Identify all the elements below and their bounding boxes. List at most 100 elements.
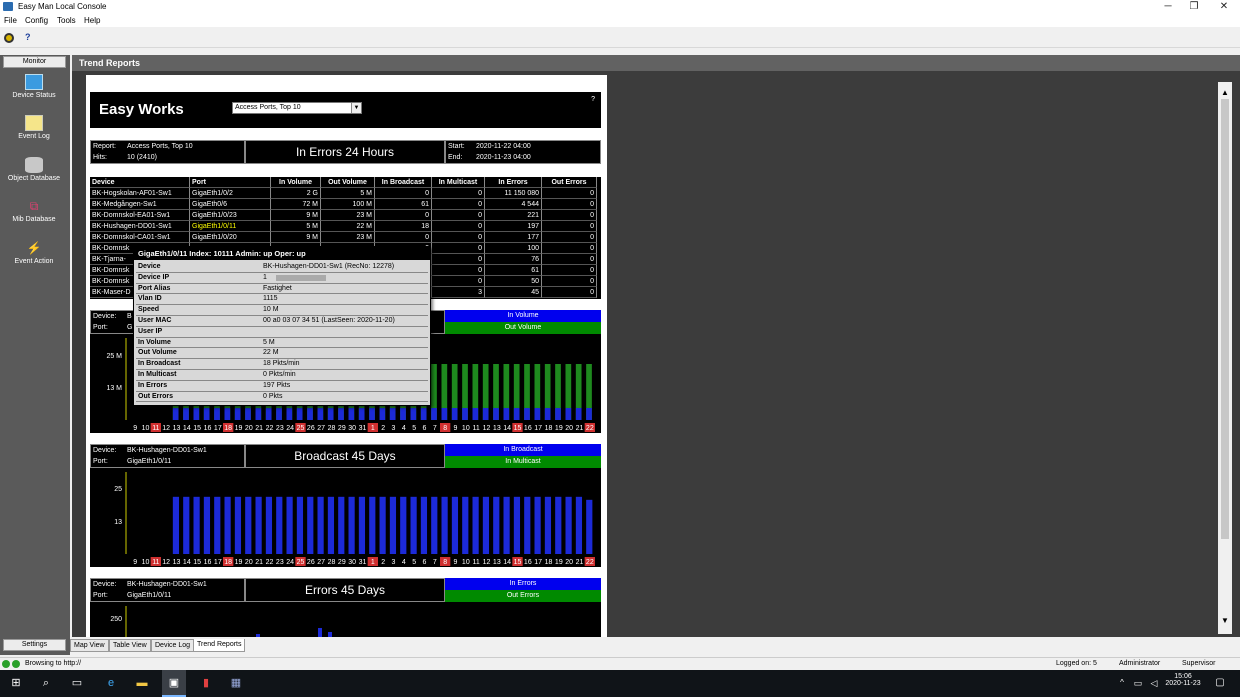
y-tick-label: 13 xyxy=(114,519,122,526)
tooltip-key: Port Alias xyxy=(138,284,171,292)
x-tick-label: 10 xyxy=(462,559,470,566)
x-tick-label: 10 xyxy=(142,425,150,432)
table-cell: 0 xyxy=(542,188,597,199)
app-icon-2[interactable]: ▮ xyxy=(198,675,214,691)
tab-device-log[interactable]: Device Log xyxy=(151,639,195,652)
chart2-broadcast: 25139 10 11 12 13 14 15 16 17 18 19 20 21 22 23 24 25 26 2… xyxy=(90,468,601,567)
windows-start-icon[interactable]: ⊞ xyxy=(8,675,24,691)
table-cell: 0 xyxy=(542,232,597,243)
chart2-legend-multicast: In Multicast xyxy=(445,456,601,468)
taskbar-active-app[interactable]: ▣ xyxy=(162,670,186,697)
chart3-legend-out-errors: Out Errors xyxy=(445,590,601,602)
sidebar-item-mib-database[interactable]: ⧉ Mib Database xyxy=(0,198,68,223)
task-view-icon[interactable]: ▭ xyxy=(69,675,85,691)
table-row[interactable]: BK-Hogskolan-AF01-Sw1 GigaEth1/0/2 2 G5 M0… xyxy=(90,188,600,199)
chart1-port-value: G xyxy=(127,324,133,331)
table-cell: GigaEth1/0/2 xyxy=(190,188,271,199)
bar-in-volume xyxy=(245,408,251,420)
tooltip-value: BK-Hushagen-DD01-Sw1 (RecNo: 12278) xyxy=(263,263,395,270)
tab-map-view[interactable]: Map View xyxy=(70,639,109,652)
tab-table-view[interactable]: Table View xyxy=(109,639,151,652)
table-cell: 11 150 080 xyxy=(485,188,542,199)
sidebar-item-object-database[interactable]: Object Database xyxy=(0,157,68,182)
menu-help[interactable]: Help xyxy=(84,16,100,25)
scroll-thumb[interactable] xyxy=(1221,99,1229,539)
x-tick-label: 21 xyxy=(255,559,263,566)
table-cell: 50 xyxy=(485,276,542,287)
table-row[interactable]: BK-Hushagen-DD01-Sw1 GigaEth1/0/11 5 M 22 M… xyxy=(90,221,600,232)
scroll-down-icon[interactable]: ▼ xyxy=(1221,616,1229,625)
restore-button[interactable]: ❐ xyxy=(1184,1,1204,12)
sidebar-item-label: Event Action xyxy=(14,258,54,265)
sidebar-header[interactable]: Monitor xyxy=(3,56,66,68)
table-row[interactable]: BK-Domnskol-EA01-Sw1 GigaEth1/0/23 9 M 23 M… xyxy=(90,210,600,221)
x-tick-label: 30 xyxy=(348,559,356,566)
search-icon[interactable]: ⌕ xyxy=(38,675,54,691)
sidebar-item-label: Device Status xyxy=(12,92,56,99)
report-label: Report: xyxy=(93,143,116,150)
report-help-button[interactable]: ? xyxy=(591,96,595,103)
chart1-device-value: B xyxy=(127,313,132,320)
table-row[interactable]: BK-Medgången-Sw1 GigaEth0/6 72 M 100 M 61 0 4 … xyxy=(90,199,600,210)
menu-config[interactable]: Config xyxy=(25,16,48,25)
x-tick-label: 16 xyxy=(204,559,212,566)
x-tick-label: 6 xyxy=(423,425,427,432)
app-icon-3[interactable]: ▦ xyxy=(228,675,244,691)
volume-icon[interactable]: ◁ xyxy=(1146,675,1162,691)
gear-icon[interactable] xyxy=(4,33,14,43)
scroll-up-icon[interactable]: ▲ xyxy=(1221,88,1229,97)
settings-button[interactable]: Settings xyxy=(3,639,66,651)
report-select[interactable]: Access Ports, Top 10 ▼ xyxy=(232,102,362,114)
table-cell: BK-Hushagen-DD01-Sw1 xyxy=(90,221,190,232)
x-tick-label: 11 xyxy=(152,559,159,566)
sidebar-item-event-action[interactable]: ⚡ Event Action xyxy=(0,240,68,265)
menu-tools[interactable]: Tools xyxy=(57,16,76,25)
chart2-port-label: Port: xyxy=(93,458,108,465)
x-tick-label: 15 xyxy=(193,559,201,566)
column-header: In Volume xyxy=(271,177,321,188)
status-user: Administrator xyxy=(1119,660,1161,667)
y-tick-label: 25 xyxy=(114,486,122,493)
sidebar-item-event-log[interactable]: Event Log xyxy=(0,115,68,140)
bar-in-broadcast xyxy=(586,499,593,554)
bar-in-broadcast xyxy=(224,496,231,554)
bar-in-volume xyxy=(358,408,365,420)
hits-value: 10 (2410) xyxy=(127,154,157,161)
x-tick-label: 13 xyxy=(493,559,501,566)
x-tick-label: 2 xyxy=(381,425,385,432)
notifications-icon[interactable]: ▢ xyxy=(1212,675,1228,691)
bar-in-broadcast xyxy=(565,496,572,554)
clock[interactable]: 15:06 2020-11-23 xyxy=(1163,673,1203,687)
status-role: Supervisor xyxy=(1182,660,1216,667)
bar-in-broadcast xyxy=(183,496,190,554)
chevron-down-icon[interactable]: ▼ xyxy=(351,103,361,113)
bar-in-volume xyxy=(503,408,510,420)
x-tick-label: 10 xyxy=(462,425,470,432)
bar-in-volume xyxy=(513,408,520,420)
bar-in-volume xyxy=(255,408,262,420)
bar-in-broadcast xyxy=(472,496,479,554)
table-cell: 23 M xyxy=(321,210,375,221)
tray-chevron-icon[interactable]: ^ xyxy=(1114,675,1130,691)
network-icon[interactable]: ▭ xyxy=(1130,675,1146,691)
bar-in-volume xyxy=(389,408,396,420)
table-cell: 0 xyxy=(432,254,485,265)
table-cell: 0 xyxy=(542,265,597,276)
bar-in-broadcast xyxy=(524,496,531,554)
bar-in-volume xyxy=(379,408,386,420)
x-tick-label: 4 xyxy=(402,559,406,566)
table-row[interactable]: BK-Domnskol-CA01-Sw1 GigaEth1/0/20 9 M 23 M… xyxy=(90,232,600,243)
edge-browser-icon[interactable]: e xyxy=(103,675,119,691)
sidebar-item-device-status[interactable]: Device Status xyxy=(0,74,68,99)
close-button[interactable]: ✕ xyxy=(1214,1,1234,12)
menu-file[interactable]: File xyxy=(4,16,17,25)
minimize-button[interactable]: ─ xyxy=(1158,1,1178,12)
tooltip-key: Device xyxy=(138,263,161,270)
bar-in-broadcast xyxy=(358,496,366,554)
hits-label: Hits: xyxy=(93,154,107,161)
tooltip-value: 197 Pkts xyxy=(263,381,291,389)
file-explorer-icon[interactable]: ▬ xyxy=(134,675,150,691)
help-button[interactable]: ? xyxy=(25,32,31,42)
tooltip-row: User IP xyxy=(136,327,428,338)
tab-trend-reports[interactable]: Trend Reports xyxy=(193,639,246,652)
